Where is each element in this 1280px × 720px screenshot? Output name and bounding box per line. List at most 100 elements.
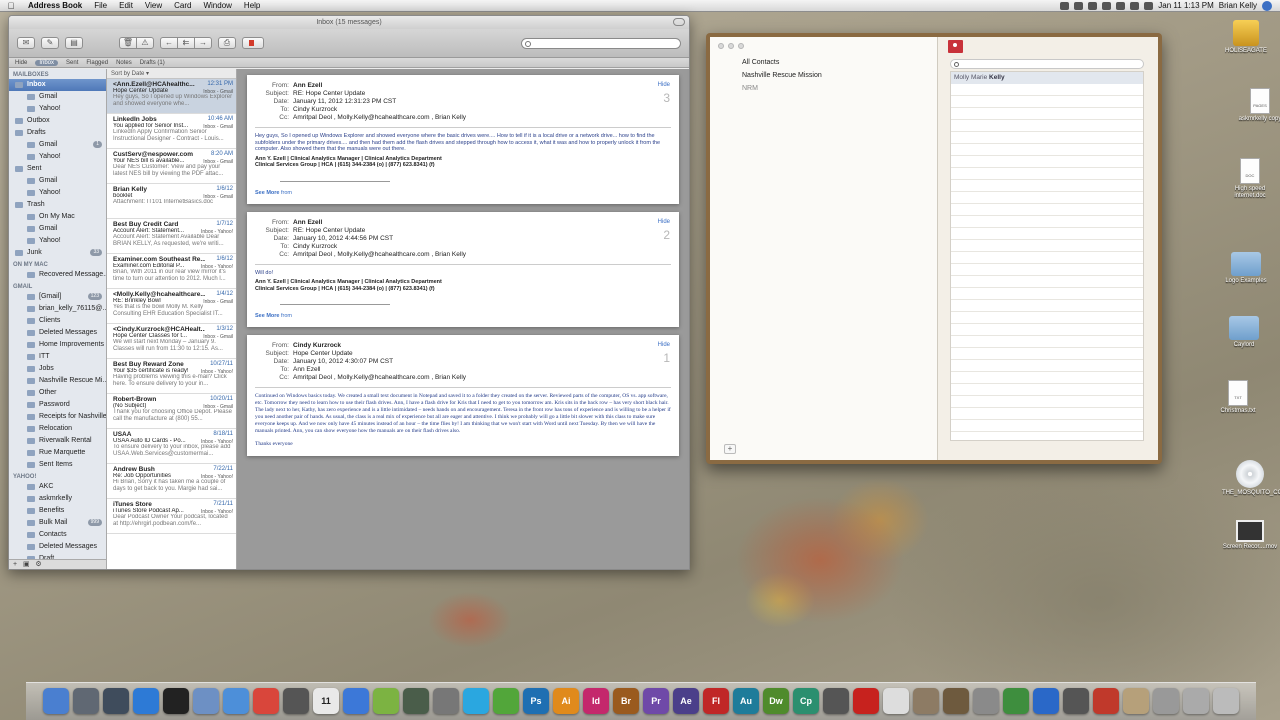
- flag-button[interactable]: [242, 37, 264, 49]
- dock-image-capture-icon[interactable]: [913, 688, 939, 714]
- dock-dreamweaver-icon[interactable]: Dw: [763, 688, 789, 714]
- mailbox-on-my-mac[interactable]: On My Mac: [9, 211, 106, 223]
- tray-app-icon[interactable]: [1060, 1, 1070, 10]
- message-row[interactable]: <Molly.Kelly@hcahealthcare... 1/4/12 RE: B…: [107, 289, 236, 324]
- hide-mailboxes-button[interactable]: Hide: [15, 60, 27, 66]
- mail-titlebar[interactable]: Inbox (15 messages): [9, 16, 689, 29]
- group-nrm[interactable]: NRM: [742, 85, 758, 92]
- mailbox-outbox[interactable]: Outbox: [9, 115, 106, 127]
- mailbox-other[interactable]: Other: [9, 387, 106, 399]
- dock-spotify-icon[interactable]: [373, 688, 399, 714]
- message-row[interactable]: CustServ@nespower.com 8:20 AM Your NES bil…: [107, 149, 236, 184]
- dock-network-icon[interactable]: [1033, 688, 1059, 714]
- message-row[interactable]: Andrew Bush 7/22/11 Re: Job Opportunities I…: [107, 464, 236, 499]
- dock-twitter-icon[interactable]: [463, 688, 489, 714]
- desktop-icon-high-speed-internet-doc[interactable]: High speed internet.doc: [1222, 158, 1278, 200]
- tray-bluetooth-icon[interactable]: [1102, 1, 1112, 10]
- dock-activity-monitor-icon[interactable]: [1063, 688, 1089, 714]
- dock-launchpad-icon[interactable]: [73, 688, 99, 714]
- mailbox-deleted-messages[interactable]: Deleted Messages: [9, 327, 106, 339]
- add-group-button[interactable]: +: [724, 444, 736, 454]
- dock-audition-icon[interactable]: Au: [733, 688, 759, 714]
- dock-trash-icon[interactable]: [1213, 688, 1239, 714]
- mailbox-yahoo[interactable]: Yahoo!: [9, 151, 106, 163]
- dock-calculator-icon[interactable]: [823, 688, 849, 714]
- desktop-icon-logo-examples[interactable]: Logo Examples: [1218, 252, 1274, 285]
- message-row[interactable]: Brian Kelly 1/6/12 booklet Inbox - Gmail Att…: [107, 184, 236, 219]
- menu-window[interactable]: Window: [197, 1, 237, 10]
- mailbox-inbox[interactable]: Inbox: [9, 79, 106, 91]
- contact-card-icon[interactable]: [948, 40, 963, 53]
- menu-view[interactable]: View: [139, 1, 168, 10]
- dock-preview-icon[interactable]: [193, 688, 219, 714]
- dock-photoshop-icon[interactable]: Ps: [523, 688, 549, 714]
- mailbox-jobs[interactable]: Jobs: [9, 363, 106, 375]
- mailbox-akc[interactable]: AKC: [9, 481, 106, 493]
- header-value-cc[interactable]: Amritpal Deol , Molly.Kelly@hcahealthcar…: [293, 374, 671, 382]
- header-value-from[interactable]: Cindy Kurzrock: [293, 342, 671, 350]
- compose-button[interactable]: ✎: [41, 37, 59, 49]
- fav-drafts[interactable]: Drafts (1): [140, 60, 165, 66]
- zoom-button[interactable]: [738, 43, 744, 49]
- dock-itunes-icon[interactable]: [343, 688, 369, 714]
- sort-header[interactable]: Sort by Date ▾: [107, 69, 236, 79]
- mailbox-drafts[interactable]: Drafts: [9, 127, 106, 139]
- mailbox-receipts-for-nashville[interactable]: Receipts for Nashville: [9, 411, 106, 423]
- app-menu[interactable]: Address Book: [22, 1, 88, 10]
- desktop-icon-askmrkelly-copy[interactable]: askmrkelly copy: [1232, 88, 1280, 123]
- get-mail-button[interactable]: ✉: [17, 37, 35, 49]
- mailbox-bulk-mail[interactable]: Bulk Mail 999: [9, 517, 106, 529]
- header-value-from[interactable]: Ann Ezell: [293, 219, 671, 227]
- mailbox-brian-kelly-76115[interactable]: brian_kelly_76115@...: [9, 303, 106, 315]
- dock-documents-stack-icon[interactable]: [1123, 688, 1149, 714]
- mailbox-relocation[interactable]: Relocation: [9, 423, 106, 435]
- dock-dashboard-icon[interactable]: [163, 688, 189, 714]
- dock-mission-control-icon[interactable]: [103, 688, 129, 714]
- mailbox-clients[interactable]: Clients: [9, 315, 106, 327]
- dock-evernote-icon[interactable]: [493, 688, 519, 714]
- header-value-subject[interactable]: Hope Center Update: [293, 350, 671, 358]
- dock-photo-booth-icon[interactable]: [1093, 688, 1119, 714]
- menu-help[interactable]: Help: [238, 1, 266, 10]
- add-mailbox-button[interactable]: +: [13, 561, 17, 568]
- junk-button[interactable]: ⚠: [136, 37, 154, 49]
- dock-script-editor-icon[interactable]: [973, 688, 999, 714]
- desktop-icon-holiseagate[interactable]: HOLISEAGATE: [1218, 20, 1274, 55]
- message-row[interactable]: iTunes Store 7/21/11 iTunes Store Podcast …: [107, 499, 236, 534]
- mailbox-gmail[interactable]: Gmail: [9, 223, 106, 235]
- tray-dropbox-icon[interactable]: [1074, 1, 1084, 10]
- dock-safari-icon[interactable]: [223, 688, 249, 714]
- menu-clock[interactable]: Jan 11 1:13 PM: [1158, 1, 1213, 10]
- mailbox-junk[interactable]: Junk 33: [9, 247, 106, 259]
- header-value-cc[interactable]: Amritpal Deol , Molly.Kelly@hcahealthcar…: [293, 251, 671, 259]
- menu-edit[interactable]: Edit: [113, 1, 139, 10]
- dock-finder-icon[interactable]: [43, 688, 69, 714]
- dock-captivate-icon[interactable]: Cp: [793, 688, 819, 714]
- hide-link[interactable]: Hide: [658, 82, 670, 88]
- fav-flagged[interactable]: Flagged: [86, 60, 108, 66]
- message-row[interactable]: <Cindy.Kurzrock@HCAHealt... 1/3/12 Hope Ce…: [107, 324, 236, 359]
- close-button[interactable]: [718, 43, 724, 49]
- reply-all-button[interactable]: ⇇: [177, 37, 195, 49]
- mailbox-yahoo[interactable]: Yahoo!: [9, 235, 106, 247]
- menu-card[interactable]: Card: [168, 1, 197, 10]
- minimize-button[interactable]: [728, 43, 734, 49]
- dock-bridge-icon[interactable]: Br: [613, 688, 639, 714]
- mailbox-gmail[interactable]: Gmail 1: [9, 139, 106, 151]
- mailbox-nashville-rescue-mi[interactable]: Nashville Rescue Mi...: [9, 375, 106, 387]
- header-value-to[interactable]: Cindy Kurzrock: [293, 106, 671, 114]
- dock-after-effects-icon[interactable]: Ae: [673, 688, 699, 714]
- dock-illustrator-icon[interactable]: Ai: [553, 688, 579, 714]
- toolbar-toggle-button[interactable]: [673, 18, 685, 26]
- mailbox-gmail[interactable]: Gmail: [9, 175, 106, 187]
- mailbox-password[interactable]: Password: [9, 399, 106, 411]
- dock-chrome-icon[interactable]: [253, 688, 279, 714]
- dock-downloads-stack-icon[interactable]: [1153, 688, 1179, 714]
- contact-row[interactable]: Molly Marie Kelly: [951, 72, 1143, 84]
- mailbox-home-improvements[interactable]: Home Improvements: [9, 339, 106, 351]
- mailbox-yahoo[interactable]: Yahoo!: [9, 187, 106, 199]
- message-row[interactable]: Best Buy Credit Card 1/7/12 Account Alert:…: [107, 219, 236, 254]
- dock-time-machine-icon[interactable]: [403, 688, 429, 714]
- header-value-to[interactable]: Ann Ezell: [293, 366, 671, 374]
- mailbox-askmrkelly[interactable]: askmrkelly: [9, 493, 106, 505]
